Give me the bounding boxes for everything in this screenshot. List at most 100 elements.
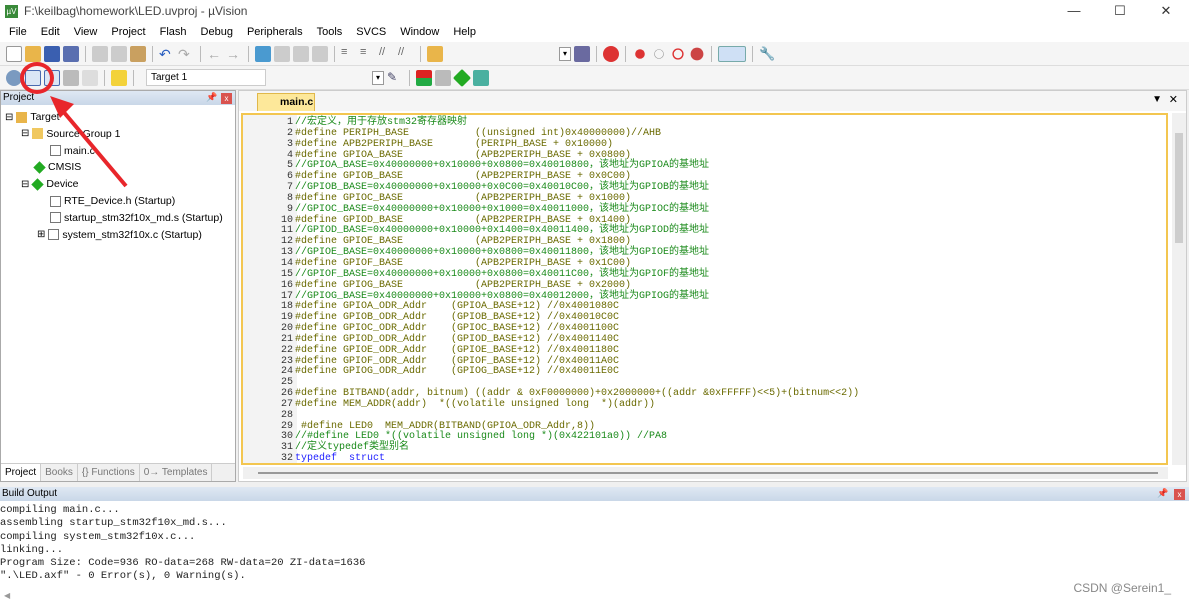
editor-panel: main.c ▼ ✕ 1//宏定义，用于存放stm32寄存器映射 2 #define… — [238, 90, 1187, 482]
tab-list-dropdown-icon[interactable]: ▼ — [1152, 94, 1162, 105]
scroll-left-icon[interactable]: ◀ — [4, 591, 10, 600]
pack-installer-icon[interactable] — [473, 69, 489, 86]
select-packs-icon[interactable] — [435, 69, 451, 86]
code-text: #define GPIOF_ODR_Addr (GPIOF_BASE+12) /… — [295, 355, 620, 367]
tree-item-label: system_stm32f10x.c (Startup) — [62, 228, 202, 241]
pin-icon[interactable]: 📌 — [1157, 488, 1168, 499]
horizontal-scrollbar[interactable] — [243, 467, 1168, 479]
breakpoint-icon[interactable] — [635, 48, 645, 59]
code-text: #define GPIOB_ODR_Addr (GPIOB_BASE+12) /… — [295, 312, 620, 324]
disable-all-breakpoints-icon[interactable] — [672, 47, 684, 60]
clear-bookmarks-icon[interactable] — [312, 45, 328, 62]
code-text: #define BITBAND(addr, bitnum) ((addr & 0… — [295, 388, 860, 400]
find-in-files-icon[interactable] — [427, 45, 443, 62]
code-text: #define APB2PERIPH_BASE (PERIPH_BASE + 0… — [295, 138, 614, 150]
tab-functions[interactable]: {} Functions — [78, 464, 140, 481]
build-output-header: Build Output — [0, 487, 1189, 501]
code-text: //GPIOE_BASE=0x40000000+0x10000+0x0800=0… — [295, 247, 710, 259]
code-text: #define GPIOF_BASE (APB2PERIPH_BASE + 0x… — [295, 257, 632, 269]
editor-tab-bar: main.c ▼ ✕ — [239, 91, 1186, 111]
build-output-line: compiling system_stm32f10x.c... — [0, 530, 196, 543]
build-output-text: compiling main.c... assembling startup_st… — [0, 504, 365, 584]
bookmark-icon[interactable] — [255, 45, 271, 62]
configure-icon[interactable]: 🔧 — [759, 46, 775, 62]
code-line: 27 #define MEM_ADDR(addr) *((volatile uns… — [243, 398, 859, 411]
code-text: //GPIOB_BASE=0x40000000+0x10000+0x0C00=0… — [295, 182, 710, 194]
expand-toggle-icon[interactable]: ⊞ — [37, 229, 45, 240]
file-icon — [48, 229, 60, 241]
vertical-scrollbar[interactable] — [1172, 113, 1186, 465]
watermark: CSDN @Serein1_ — [1073, 581, 1171, 595]
uncomment-icon[interactable]: // — [398, 46, 414, 62]
code-text: #define GPIOD_BASE (APB2PERIPH_BASE + 0x… — [295, 214, 632, 226]
manage-project-items-icon[interactable] — [416, 69, 432, 86]
build-output-panel: Build Output 📌 x compiling main.c... asse… — [0, 487, 1189, 603]
code-line: 32 typedef struct — [243, 453, 859, 465]
code-text: //定义typedef类型别名 — [295, 442, 410, 454]
tab-label: main.c — [280, 96, 314, 108]
menu-debug[interactable]: Debug — [194, 26, 240, 38]
menu-peripherals[interactable]: Peripherals — [240, 26, 310, 38]
code-text: #define PERIPH_BASE ((unsigned int)0x400… — [295, 127, 662, 139]
window-layout-button[interactable] — [718, 45, 746, 62]
code-text: #define LED0 MEM_ADDR(BITBAND(GPIOA_ODR_… — [295, 420, 596, 432]
project-panel-tabs: Project Books{} Functions 0→ Templates — [1, 463, 235, 481]
tab-templates[interactable]: 0→ Templates — [140, 464, 213, 481]
debug-start-icon[interactable] — [603, 45, 619, 62]
menu-help[interactable]: Help — [446, 26, 483, 38]
line-number: 32 — [280, 453, 293, 465]
annotation-arrow — [50, 96, 128, 188]
code-text: #define GPIOG_ODR_Addr (GPIOG_BASE+12) /… — [295, 366, 620, 378]
line-number: 9 — [286, 203, 293, 215]
code-text: #define GPIOC_ODR_Addr (GPIOC_BASE+12) /… — [295, 323, 620, 335]
back-icon[interactable]: ← — [207, 46, 223, 62]
incremental-find-icon[interactable] — [574, 45, 590, 62]
code-text: //GPIOF_BASE=0x40000000+0x10000+0x0800=0… — [295, 268, 710, 280]
line-number: 16 — [280, 279, 293, 291]
close-button[interactable]: ✕ — [1143, 0, 1189, 22]
menu-svcs[interactable]: SVCS — [349, 26, 393, 38]
forward-icon[interactable]: → — [226, 46, 242, 62]
unindent-icon[interactable]: ≡ — [360, 46, 376, 62]
tab-project[interactable]: Project — [1, 464, 42, 481]
close-tab-icon[interactable]: ✕ — [1169, 93, 1178, 106]
code-text: //#define LED0 *((volatile unsigned long… — [295, 431, 668, 443]
next-bookmark-icon[interactable] — [293, 45, 309, 62]
code-text: #define GPIOB_BASE (APB2PERIPH_BASE + 0x… — [295, 171, 632, 183]
code-text: #define GPIOG_BASE (APB2PERIPH_BASE + 0x… — [295, 279, 632, 291]
line-number: 3 — [286, 138, 293, 150]
close-panel-icon[interactable]: x — [1174, 489, 1185, 500]
indent-icon[interactable]: ≡ — [341, 46, 357, 62]
code-editor[interactable]: 1//宏定义，用于存放stm32寄存器映射 2 #define PERIPH_BAS… — [241, 113, 1168, 465]
comment-icon[interactable]: // — [379, 46, 395, 62]
manage-rte-icon[interactable] — [452, 68, 472, 87]
tab-books[interactable]: Books — [41, 464, 78, 481]
code-text: #define MEM_ADDR(addr) *((volatile unsig… — [295, 398, 656, 410]
kill-breakpoints-icon[interactable] — [690, 47, 704, 60]
build-output-line: linking... — [0, 543, 64, 556]
target-dropdown-arrow[interactable]: ▾ — [372, 70, 384, 85]
tab-main-c[interactable]: main.c — [257, 93, 315, 111]
code-text: #define GPIOE_BASE (APB2PERIPH_BASE + 0x… — [295, 236, 632, 248]
line-number: 28 — [280, 409, 293, 421]
pin-icon[interactable]: 📌 — [206, 92, 217, 103]
code-text: //GPIOD_BASE=0x40000000+0x10000+0x1400=0… — [295, 225, 710, 237]
disable-breakpoint-icon[interactable] — [654, 48, 664, 59]
target-options-icon[interactable]: ✎ — [387, 70, 403, 86]
find-dropdown[interactable]: ▾ — [559, 46, 571, 61]
close-panel-icon[interactable]: x — [221, 93, 232, 104]
build-output-line: Program Size: Code=936 RO-data=268 RW-da… — [0, 557, 366, 570]
build-output-line: assembling startup_stm32f10x_md.s... — [0, 517, 227, 530]
minimize-button[interactable]: — — [1051, 0, 1097, 22]
code-line: 24 #define GPIOG_ODR_Addr (GPIOG_BASE+12)… — [243, 366, 859, 378]
build-output-line: compiling main.c... — [0, 504, 120, 516]
tree-item[interactable]: ⊞ system_stm32f10x.c (Startup) — [37, 229, 202, 241]
menu-tools[interactable]: Tools — [310, 26, 350, 38]
prev-bookmark-icon[interactable] — [274, 45, 290, 62]
menu-window[interactable]: Window — [393, 26, 446, 38]
code-text: #define GPIOC_BASE (APB2PERIPH_BASE + 0x… — [295, 192, 632, 204]
maximize-button[interactable]: ☐ — [1097, 0, 1143, 22]
build-output-title: Build Output — [2, 488, 58, 499]
code-text: typedef struct — [295, 453, 386, 465]
code-text: #define GPIOA_ODR_Addr (GPIOA_BASE+12) /… — [295, 301, 620, 313]
